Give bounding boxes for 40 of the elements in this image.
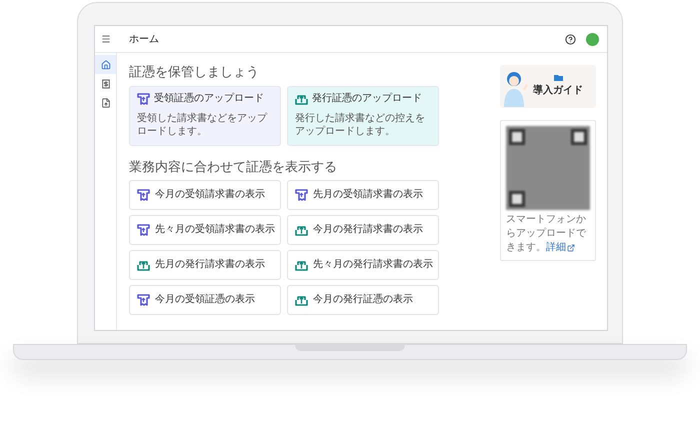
receipt-arrow-icon: [295, 188, 308, 200]
avatar[interactable]: [586, 32, 599, 46]
receipt-arrow-icon: [137, 93, 150, 106]
card-description: 受領した請求書などをアップロードします。: [137, 112, 268, 138]
tray-upload-icon: [295, 224, 308, 236]
page-title: ホーム: [129, 32, 159, 46]
card-description: 発行した請求書などの控えをアップロードします。: [295, 112, 426, 138]
tray-upload-icon: [295, 258, 308, 270]
view-button[interactable]: 今月の発行証憑の表示: [287, 284, 439, 314]
card-title: 受領証憑のアップロード: [154, 93, 264, 106]
qr-caption: スマートフォンからアップロードできます。詳細: [506, 213, 587, 255]
help-icon: [565, 34, 576, 44]
sidebar-item[interactable]: [95, 55, 116, 74]
view-button[interactable]: 先々月の発行請求書の表示: [287, 250, 439, 280]
view-button[interactable]: 今月の受領請求書の表示: [129, 180, 281, 210]
file-upload-icon: [100, 98, 110, 108]
view-button[interactable]: 先月の発行請求書の表示: [129, 250, 281, 280]
upload-card[interactable]: 受領証憑のアップロード 受領した請求書などをアップロードします。: [129, 86, 281, 146]
help-button[interactable]: [565, 34, 576, 44]
view-button[interactable]: 先々月の受領請求書の表示: [129, 214, 281, 244]
section-heading: 業務内容に合わせて証憑を表示する: [129, 160, 338, 172]
view-button[interactable]: 今月の発行請求書の表示: [287, 214, 439, 244]
section-heading: 証憑を保管しましょう: [129, 65, 260, 78]
home-icon: [100, 60, 110, 70]
external-link-icon: [567, 244, 575, 252]
tray-upload-icon: [295, 93, 308, 106]
guide-banner[interactable]: 導入ガイド: [500, 65, 596, 108]
receipt-arrow-icon: [137, 188, 150, 200]
view-button[interactable]: 先月の受領請求書の表示: [287, 180, 439, 210]
receipt-arrow-icon: [137, 294, 150, 306]
card-title: 発行証憑のアップロード: [312, 93, 422, 106]
receipt-arrow-icon: [137, 224, 150, 236]
menu-icon: [101, 34, 111, 44]
tray-upload-icon: [295, 294, 308, 306]
details-link[interactable]: 詳細: [546, 241, 575, 255]
receipt-icon: [100, 78, 110, 88]
view-button[interactable]: 今月の受領証憑の表示: [129, 284, 281, 314]
tray-upload-icon: [137, 258, 150, 270]
folder-icon: [554, 75, 562, 81]
upload-card[interactable]: 発行証憑のアップロード 発行した請求書などの控えをアップロードします。: [287, 86, 439, 146]
